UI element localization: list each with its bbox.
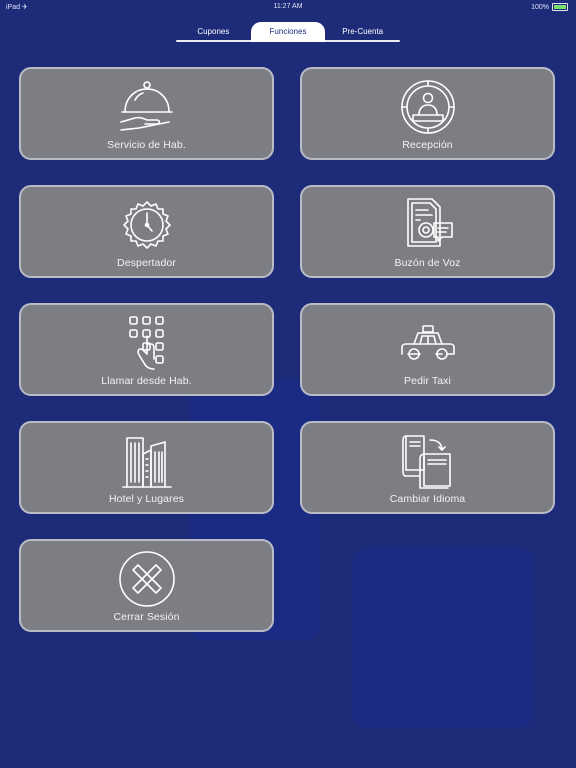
- change-language-button[interactable]: Cambiar Idioma: [300, 421, 555, 514]
- background-shape: [352, 548, 534, 728]
- card-label: Servicio de Hab.: [107, 139, 186, 151]
- card-label: Cerrar Sesión: [113, 611, 180, 623]
- logout-button[interactable]: Cerrar Sesión: [19, 539, 274, 632]
- taxi-icon: [400, 325, 455, 360]
- card-label: Cambiar Idioma: [389, 493, 466, 505]
- segmented-tabs: Cupones Funciones Pre-Cuenta: [176, 22, 400, 42]
- card-label: Pedir Taxi: [404, 375, 451, 387]
- card-label: Hotel y Lugares: [108, 493, 185, 505]
- tab-funciones[interactable]: Funciones: [250, 22, 326, 42]
- call-from-room-button[interactable]: Llamar desde Hab.: [19, 303, 274, 396]
- room-service-button[interactable]: Servicio de Hab.: [19, 67, 274, 160]
- alarm-clock-icon: [122, 201, 171, 249]
- reception-icon: [400, 80, 455, 134]
- hotel-places-button[interactable]: Hotel y Lugares: [19, 421, 274, 514]
- card-label: Llamar desde Hab.: [101, 375, 192, 387]
- dial-keypad-icon: [128, 316, 164, 370]
- voicemail-icon: [406, 198, 453, 247]
- reception-button[interactable]: Recepción: [300, 67, 555, 160]
- card-label: Buzón de Voz: [394, 257, 461, 269]
- room-service-icon: [119, 81, 173, 131]
- buildings-icon: [121, 437, 172, 488]
- card-label: Despertador: [117, 257, 176, 269]
- voicemail-button[interactable]: Buzón de Voz: [300, 185, 555, 278]
- language-books-icon: [401, 435, 451, 489]
- battery-percent: 100%: [531, 3, 549, 11]
- status-bar: iPad ✈ 11:27 AM 100%: [0, 0, 576, 14]
- card-label: Recepción: [402, 139, 453, 151]
- taxi-button[interactable]: Pedir Taxi: [300, 303, 555, 396]
- tab-pre-cuenta[interactable]: Pre-Cuenta: [325, 23, 400, 41]
- battery-icon: [552, 3, 568, 11]
- tab-cupones[interactable]: Cupones: [176, 23, 251, 41]
- alarm-clock-button[interactable]: Despertador: [19, 185, 274, 278]
- logout-x-icon: [118, 551, 175, 607]
- status-time: 11:27 AM: [273, 3, 303, 10]
